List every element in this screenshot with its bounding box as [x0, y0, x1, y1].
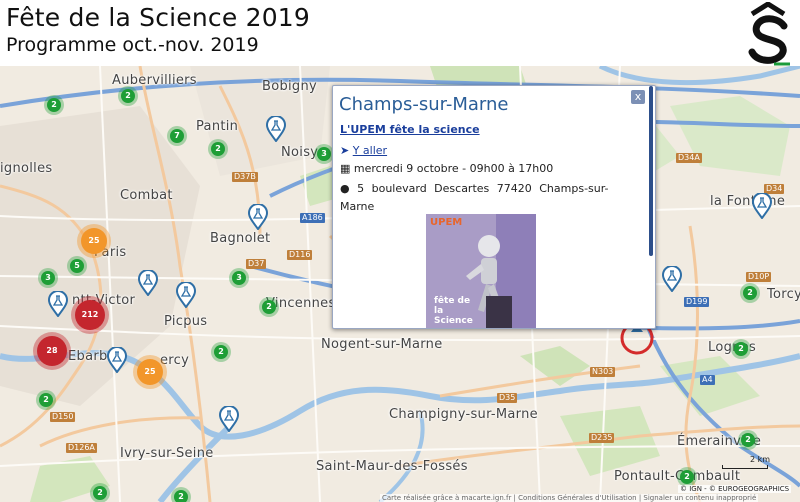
place-label: Champigny-sur-Marne	[389, 407, 538, 422]
flask-pin-icon[interactable]	[662, 266, 682, 292]
event-address-text: 5 boulevard Descartes 77420 Champs-sur-M…	[340, 182, 609, 213]
road-label: N303	[590, 367, 616, 377]
flask-pin-icon[interactable]	[266, 116, 286, 142]
cluster-marker-large[interactable]: 25	[76, 223, 112, 263]
event-date-text: mercredi 9 octobre - 09h00 à 17h00	[353, 162, 554, 175]
place-label: Combat	[120, 188, 173, 203]
map-marker-icon: ●	[340, 182, 350, 195]
cluster-count: 2	[97, 488, 103, 497]
place-label: Saint-Maur-des-Fossés	[316, 459, 468, 474]
road-label: D34A	[676, 153, 702, 163]
map-attribution[interactable]: Carte réalisée grâce à macarte.ign.fr | …	[380, 494, 759, 502]
navigation-arrow-icon: ➤	[340, 144, 350, 157]
scale-bar	[722, 465, 768, 469]
cluster-count: 3	[45, 273, 51, 282]
place-label: Torcy	[767, 287, 800, 302]
flask-pin-icon[interactable]	[219, 406, 239, 432]
cluster-marker[interactable]: 2	[739, 282, 761, 308]
place-label: ignolles	[0, 161, 53, 176]
map-copyright: © IGN - © EUROGEOGRAPHICS	[678, 485, 792, 493]
event-poster-image: UPEM fête de la Science	[426, 214, 536, 328]
cluster-count: 212	[81, 310, 99, 319]
flask-pin-icon[interactable]	[107, 347, 127, 373]
place-label: Ivry-sur-Seine	[120, 446, 214, 461]
road-label: D10P	[746, 272, 772, 282]
cluster-count: 2	[745, 435, 751, 444]
site-logo	[748, 2, 790, 66]
cluster-marker[interactable]: 2	[207, 138, 229, 164]
header: Fête de la Science 2019 Programme oct.-n…	[0, 0, 800, 66]
cluster-count: 2	[51, 100, 57, 109]
page-title: Fête de la Science 2019	[6, 3, 311, 32]
place-label: Ebarb	[68, 349, 108, 364]
cluster-marker[interactable]: 2	[258, 296, 280, 322]
cluster-marker[interactable]: 3	[37, 267, 59, 293]
popup-title: Champs-sur-Marne	[339, 94, 509, 115]
directions-link[interactable]: ➤ Y aller	[340, 144, 387, 157]
cluster-marker[interactable]: 2	[737, 429, 759, 455]
flask-pin-icon[interactable]	[48, 291, 68, 317]
event-date: ▦ mercredi 9 octobre - 09h00 à 17h00	[340, 162, 553, 175]
cluster-count: 25	[144, 367, 156, 376]
event-address: ● 5 boulevard Descartes 77420 Champs-sur…	[340, 180, 630, 216]
cluster-count: 25	[88, 236, 100, 245]
road-label: D126A	[66, 443, 97, 453]
road-label: A4	[700, 375, 715, 385]
cluster-marker-large[interactable]: 28	[32, 331, 72, 375]
flask-pin-icon[interactable]	[176, 282, 196, 308]
place-label: Bobigny	[262, 79, 318, 94]
close-button[interactable]: x	[631, 90, 645, 104]
cluster-count: 2	[747, 288, 753, 297]
location-popup: Champs-sur-Marne x L'UPEM fête la scienc…	[332, 85, 656, 329]
flask-pin-icon[interactable]	[248, 204, 268, 230]
road-label: D37B	[232, 172, 258, 182]
cluster-count: 3	[321, 149, 327, 158]
place-label: Picpus	[164, 314, 208, 329]
road-label: D199	[684, 297, 710, 307]
calendar-icon: ▦	[340, 162, 351, 175]
place-label: Pantin	[196, 119, 239, 134]
place-label: Nogent-sur-Marne	[321, 337, 443, 352]
map-scale: 2 km	[722, 455, 788, 469]
cluster-count: 2	[43, 395, 49, 404]
place-label: la Fontaine	[710, 194, 786, 209]
flask-pin-icon[interactable]	[752, 193, 772, 219]
cluster-marker[interactable]: 7	[166, 125, 188, 151]
cluster-count: 2	[738, 344, 744, 353]
cluster-count: 28	[46, 346, 58, 355]
cluster-marker[interactable]: 2	[35, 389, 57, 415]
cluster-marker[interactable]: 2	[43, 94, 65, 120]
cluster-count: 2	[215, 144, 221, 153]
cluster-marker[interactable]: 2	[210, 341, 232, 367]
road-label: D35	[497, 393, 518, 403]
poster-upem-logo: UPEM	[430, 217, 463, 228]
event-link[interactable]: L'UPEM fête la science	[340, 123, 480, 136]
cluster-count: 2	[218, 347, 224, 356]
cluster-marker[interactable]: 2	[117, 85, 139, 111]
cluster-marker[interactable]: 3	[228, 267, 250, 293]
cluster-marker[interactable]: 2	[170, 486, 192, 502]
road-label: D116	[287, 250, 313, 260]
poster-title: fête de la Science	[434, 296, 473, 326]
cluster-marker[interactable]: 2	[730, 338, 752, 364]
cluster-count: 2	[125, 91, 131, 100]
cluster-marker-large[interactable]: 25	[132, 354, 168, 394]
road-label: A186	[300, 213, 325, 223]
directions-label: Y aller	[352, 144, 388, 157]
place-label: Bagnolet	[210, 231, 271, 246]
flask-pin-icon[interactable]	[138, 270, 158, 296]
cluster-marker[interactable]: 2	[89, 482, 111, 502]
road-label: D235	[589, 433, 615, 443]
page-subtitle: Programme oct.-nov. 2019	[6, 34, 259, 56]
scale-label: 2 km	[750, 455, 771, 464]
popup-scrollbar[interactable]	[649, 86, 653, 256]
cluster-marker-large[interactable]: 212	[70, 295, 110, 339]
cluster-count: 3	[236, 273, 242, 282]
cluster-count: 2	[684, 472, 690, 481]
cluster-count: 2	[178, 492, 184, 501]
cluster-count: 7	[174, 131, 180, 140]
cluster-count: 2	[266, 302, 272, 311]
